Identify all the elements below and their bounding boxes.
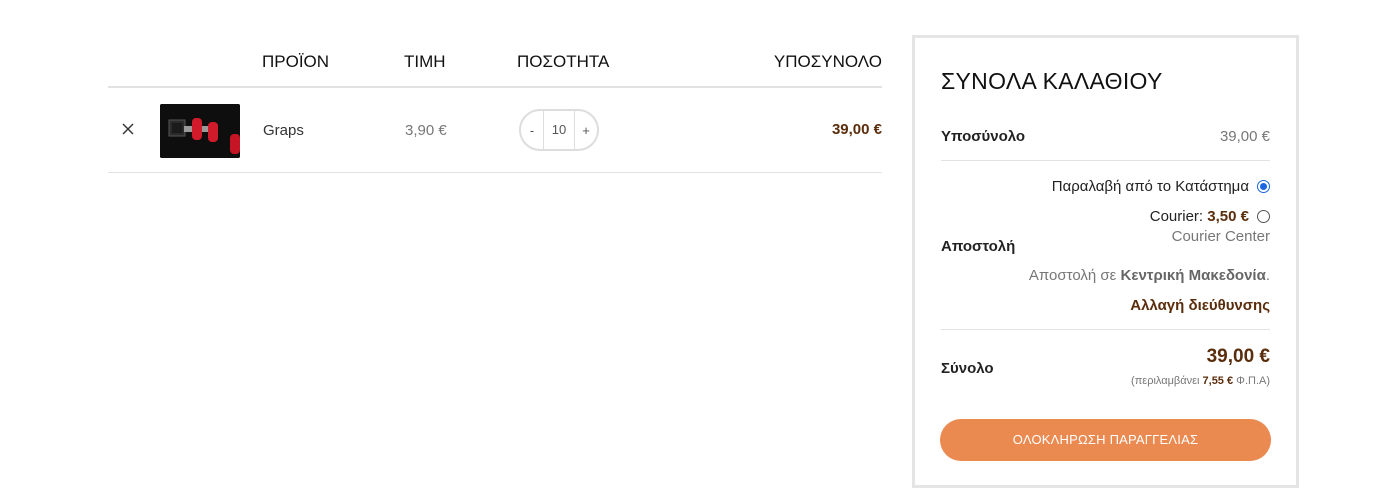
cart-header-row: ΠΡΟΪΟΝ ΤΙΜΗ ΠΟΣΟΤΗΤΑ ΥΠΟΣΥΝΟΛΟ xyxy=(108,36,882,88)
courier-radio[interactable] xyxy=(1257,210,1270,223)
divider xyxy=(941,329,1270,330)
qty-input[interactable]: 10 xyxy=(543,111,575,149)
change-address-link[interactable]: Αλλαγή διεύθυνσης xyxy=(1130,297,1270,314)
tax-amount: 7,55 € xyxy=(1202,375,1234,387)
row-subtotal: 39,00 € xyxy=(831,121,882,138)
totals-title: ΣΥΝΟΛΑ ΚΑΛΑΘΙΟΥ xyxy=(941,68,1163,94)
shipping-dest-suffix: . xyxy=(1265,267,1270,284)
cart-item-row: Graps 3,90 € - 10 + 39,00 € xyxy=(108,88,882,173)
shipping-option-pickup[interactable]: Παραλαβή από το Κατάστημα xyxy=(1052,178,1270,195)
cart-totals-panel: ΣΥΝΟΛΑ ΚΑΛΑΘΙΟΥ Υποσύνολο 39,00 € Παραλα… xyxy=(912,35,1299,488)
shipping-label: Αποστολή xyxy=(941,238,1016,255)
courier-price: 3,50 € xyxy=(1207,208,1249,225)
product-price: 3,90 € xyxy=(405,122,447,139)
total-label: Σύνολο xyxy=(941,360,994,377)
shipping-destination: Αποστολή σε Κεντρική Μακεδονία. xyxy=(1029,267,1270,284)
total-value: 39,00 € xyxy=(1206,346,1270,367)
qty-increase-button[interactable]: + xyxy=(575,123,597,138)
pickup-radio[interactable] xyxy=(1257,180,1270,193)
shipping-option-label: Παραλαβή από το Κατάστημα xyxy=(1051,178,1249,195)
product-image xyxy=(160,104,240,158)
header-price: ΤΙΜΗ xyxy=(404,52,446,71)
qty-decrease-button[interactable]: - xyxy=(521,123,543,138)
checkout-button[interactable]: ΟΛΟΚΛΗΡΩΣΗ ΠΑΡΑΓΓΕΛΙΑΣ xyxy=(940,419,1271,461)
subtotal-label: Υποσύνολο xyxy=(941,128,1026,145)
product-thumbnail[interactable] xyxy=(160,104,240,158)
header-product: ΠΡΟΪΟΝ xyxy=(262,52,330,71)
header-subtotal: ΥΠΟΣΥΝΟΛΟ xyxy=(773,52,882,71)
quantity-stepper: - 10 + xyxy=(519,109,599,151)
product-name-link[interactable]: Graps xyxy=(263,122,304,139)
tax-prefix: (περιλαμβάνει xyxy=(1131,375,1203,387)
courier-label: Courier: xyxy=(1149,208,1208,225)
courier-name: Courier Center xyxy=(1171,228,1270,245)
header-quantity: ΠΟΣΟΤΗΤΑ xyxy=(517,52,610,71)
shipping-option-label: Courier: 3,50 € xyxy=(1150,208,1249,225)
shipping-option-courier[interactable]: Courier: 3,50 € xyxy=(1150,208,1270,225)
subtotal-value: 39,00 € xyxy=(1219,128,1270,145)
shipping-dest-prefix: Αποστολή σε xyxy=(1028,267,1121,284)
shipping-dest-region: Κεντρική Μακεδονία xyxy=(1120,267,1266,284)
divider xyxy=(941,160,1270,161)
tax-note: (περιλαμβάνει 7,55 € Φ.Π.Α) xyxy=(1131,375,1270,387)
remove-item-button[interactable] xyxy=(120,121,136,137)
close-icon xyxy=(122,123,134,135)
cart-table: ΠΡΟΪΟΝ ΤΙΜΗ ΠΟΣΟΤΗΤΑ ΥΠΟΣΥΝΟΛΟ Graps 3,9… xyxy=(108,36,882,173)
tax-suffix: Φ.Π.Α) xyxy=(1233,375,1270,387)
